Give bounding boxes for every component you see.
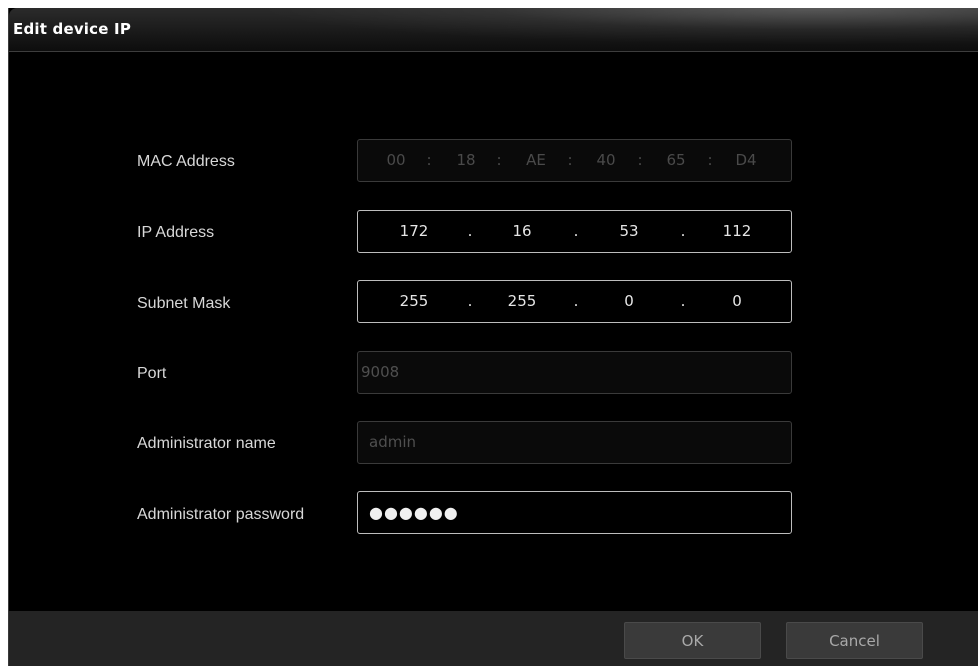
mac-separator: : (567, 151, 573, 169)
subnet-octet-separator: . (680, 292, 686, 310)
mac-separator: : (707, 151, 713, 169)
ip-address-label: IP Address (137, 224, 215, 241)
ok-button[interactable]: OK (624, 622, 761, 659)
subnet-mask-label: Subnet Mask (137, 295, 231, 312)
ip-octet-input[interactable]: 16 (502, 211, 542, 252)
mac-segment: 65 (666, 151, 686, 169)
ip-octet-input[interactable]: 53 (609, 211, 649, 252)
mac-segment: D4 (735, 151, 757, 169)
cancel-button[interactable]: Cancel (786, 622, 923, 659)
mac-segment: 40 (596, 151, 616, 169)
ip-octet-separator: . (467, 222, 473, 240)
administrator-password-value[interactable]: ●●●●●● (369, 492, 459, 533)
port-value: 9008 (361, 363, 400, 381)
subnet-octet-separator: . (573, 292, 579, 310)
mac-address-label: MAC Address (137, 153, 235, 170)
mac-address-field: 00 : 18 : AE : 40 : 65 : D4 (357, 139, 792, 182)
mac-separator: : (426, 151, 432, 169)
administrator-password-label: Administrator password (137, 506, 305, 523)
ip-octet-separator: . (680, 222, 686, 240)
mac-segment: AE (526, 151, 546, 169)
subnet-octet-input[interactable]: 0 (609, 281, 649, 322)
port-field: 9008 (357, 351, 792, 394)
subnet-octet-input[interactable]: 255 (394, 281, 434, 322)
subnet-mask-field[interactable]: 255 . 255 . 0 . 0 (357, 280, 792, 323)
dialog-footer: OK Cancel (9, 611, 978, 666)
administrator-name-field: admin (357, 421, 792, 464)
mac-segment: 00 (386, 151, 406, 169)
subnet-octet-input[interactable]: 0 (717, 281, 757, 322)
dialog-titlebar[interactable]: Edit device IP (9, 8, 978, 52)
administrator-password-field[interactable]: ●●●●●● (357, 491, 792, 534)
edit-device-ip-dialog: Edit device IP MAC Address 00 : 18 : AE … (8, 8, 978, 666)
ip-octet-input[interactable]: 172 (394, 211, 434, 252)
subnet-octet-separator: . (467, 292, 473, 310)
ip-octet-separator: . (573, 222, 579, 240)
ip-address-field[interactable]: 172 . 16 . 53 . 112 (357, 210, 792, 253)
administrator-name-label: Administrator name (137, 435, 276, 452)
mac-separator: : (637, 151, 643, 169)
dialog-title: Edit device IP (13, 20, 132, 38)
port-label: Port (137, 365, 167, 382)
mac-segment: 18 (456, 151, 476, 169)
mac-separator: : (496, 151, 502, 169)
subnet-octet-input[interactable]: 255 (502, 281, 542, 322)
ip-octet-input[interactable]: 112 (717, 211, 757, 252)
administrator-name-value: admin (369, 433, 416, 451)
